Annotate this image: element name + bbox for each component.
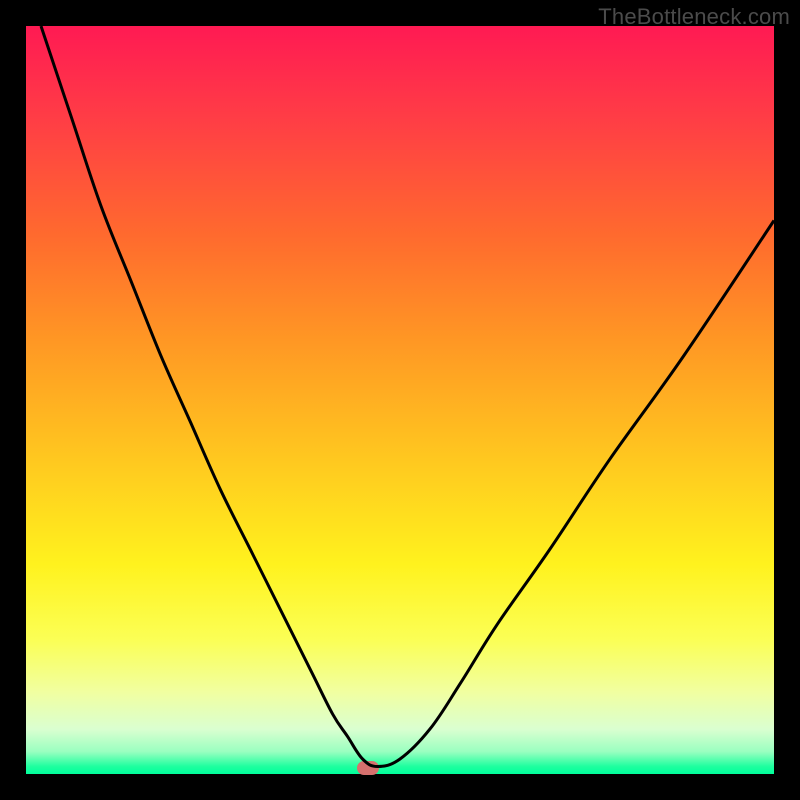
watermark-text: TheBottleneck.com bbox=[598, 4, 790, 30]
curve-path bbox=[41, 26, 774, 767]
chart-frame bbox=[26, 26, 774, 774]
bottleneck-curve bbox=[26, 26, 774, 774]
